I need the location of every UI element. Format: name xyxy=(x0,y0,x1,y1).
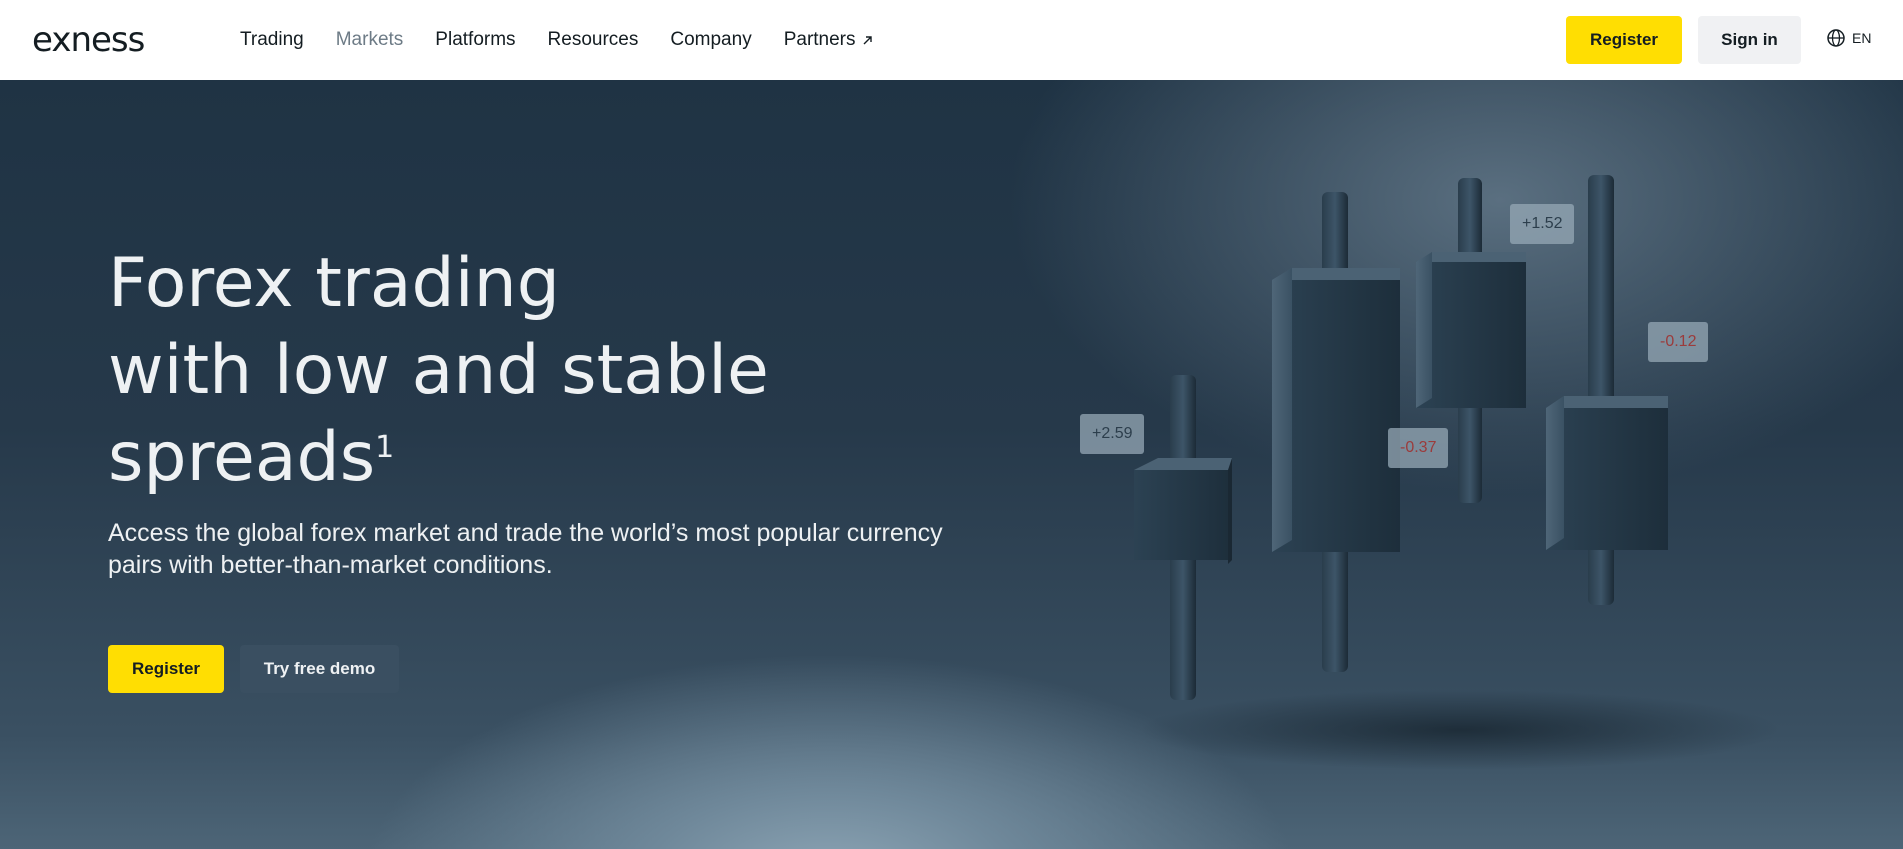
price-tag-positive: +2.59 xyxy=(1080,414,1145,454)
exness-logo[interactable]: exness xyxy=(32,23,145,57)
nav-item-trading[interactable]: Trading xyxy=(240,29,304,51)
candlestick-graphic xyxy=(1134,175,1780,770)
header-register-button[interactable]: Register xyxy=(1566,16,1682,64)
hero-title: Forex trading with low and stable spread… xyxy=(108,240,868,501)
site-header: exness Trading Markets Platforms Resourc… xyxy=(0,0,1903,80)
hero-title-line-3-text: spreads xyxy=(108,418,376,497)
price-tag-positive: +1.52 xyxy=(1510,204,1575,244)
candlestick-illustration: +2.59 +1.52 -0.37 -0.12 xyxy=(1060,140,1780,849)
hero-section: Forex trading with low and stable spread… xyxy=(0,80,1903,849)
nav-item-partners-label: Partners xyxy=(783,29,856,50)
hero-register-button[interactable]: Register xyxy=(108,645,224,693)
header-signin-button[interactable]: Sign in xyxy=(1698,16,1801,64)
price-tag-negative: -0.37 xyxy=(1388,428,1449,468)
nav-item-company[interactable]: Company xyxy=(670,29,751,51)
nav-item-platforms[interactable]: Platforms xyxy=(435,29,515,51)
price-tag-negative: -0.12 xyxy=(1648,322,1709,362)
arrow-up-right-icon xyxy=(863,35,872,44)
language-code: EN xyxy=(1852,30,1872,46)
hero-title-line-3: spreads1 xyxy=(108,414,868,501)
footnote-marker[interactable]: 1 xyxy=(375,430,394,465)
main-nav: Trading Markets Platforms Resources Comp… xyxy=(240,0,905,80)
nav-item-resources[interactable]: Resources xyxy=(548,29,639,51)
globe-icon xyxy=(1827,29,1845,47)
nav-item-partners[interactable]: Partners xyxy=(784,29,873,51)
try-free-demo-button[interactable]: Try free demo xyxy=(240,645,399,693)
hero-title-line-2: with low and stable xyxy=(108,331,769,410)
language-selector[interactable]: EN xyxy=(1826,28,1871,48)
hero-title-line-1: Forex trading xyxy=(108,244,560,323)
hero-subtitle: Access the global forex market and trade… xyxy=(108,519,943,579)
nav-item-markets[interactable]: Markets xyxy=(336,29,404,51)
